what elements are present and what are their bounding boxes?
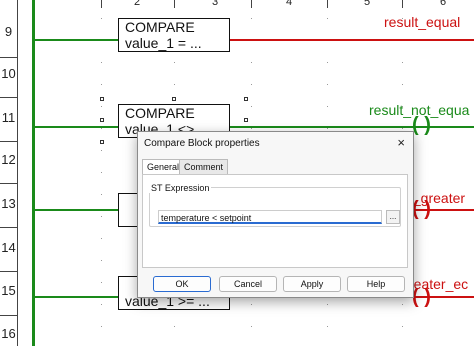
power-rail xyxy=(32,0,35,346)
column-number: 5 xyxy=(364,0,371,8)
grid-dot xyxy=(251,18,252,19)
tab-panel-general: temperature < setpoint ... ST Expression xyxy=(142,174,408,268)
grid-dot xyxy=(101,172,102,173)
rung-wire-energized xyxy=(35,209,119,211)
grid-dot xyxy=(174,326,175,327)
grid-dot xyxy=(327,18,328,19)
selection-handle[interactable] xyxy=(244,118,248,122)
row-number: 16 xyxy=(1,326,16,341)
column-divider xyxy=(327,0,328,8)
grid-dot xyxy=(327,106,328,107)
grid-dot xyxy=(101,326,102,327)
grid-dot xyxy=(174,84,175,85)
column-number: 3 xyxy=(212,0,219,8)
grid-dot xyxy=(327,62,328,63)
row-divider xyxy=(0,227,17,228)
block-expression: value_1 = ... xyxy=(125,35,202,51)
grid-dot xyxy=(101,106,102,107)
grid-dot xyxy=(251,326,252,327)
rung-wire-deenergized xyxy=(229,39,474,41)
row-divider xyxy=(0,141,17,142)
column-number: 4 xyxy=(286,0,293,8)
grid-dot xyxy=(101,260,102,261)
coil-icon[interactable]: ( ) xyxy=(412,114,438,136)
grid-dot xyxy=(101,216,102,217)
grid-dot xyxy=(101,282,102,283)
st-expression-label: ST Expression xyxy=(149,183,212,193)
grid-dot xyxy=(327,304,328,305)
grid-dot xyxy=(251,84,252,85)
rung-wire-energized xyxy=(35,126,119,128)
compare-block-properties-dialog: Compare Block properties × General Comme… xyxy=(137,131,414,298)
column-divider xyxy=(251,0,252,8)
output-label: result_equal xyxy=(384,14,461,30)
grid-dot xyxy=(251,62,252,63)
row-number: 9 xyxy=(4,24,13,39)
apply-button[interactable]: Apply xyxy=(283,276,341,292)
selection-handle[interactable] xyxy=(100,118,104,122)
column-divider xyxy=(174,0,175,8)
row-number: 11 xyxy=(1,110,16,125)
grid-dot xyxy=(101,194,102,195)
grid-dot xyxy=(101,62,102,63)
row-number-border xyxy=(17,0,18,346)
grid-dot xyxy=(101,238,102,239)
column-divider xyxy=(402,0,403,8)
st-expression-input[interactable]: temperature < setpoint xyxy=(158,210,382,224)
grid-dot xyxy=(402,62,403,63)
row-divider xyxy=(0,315,17,316)
rung-wire-energized xyxy=(35,296,119,298)
grid-dot xyxy=(327,326,328,327)
grid-dot xyxy=(327,84,328,85)
grid-dot xyxy=(251,304,252,305)
selection-handle[interactable] xyxy=(100,140,104,144)
row-number: 13 xyxy=(1,196,16,211)
row-divider xyxy=(0,271,17,272)
tab-general[interactable]: General xyxy=(142,159,185,174)
cancel-button[interactable]: Cancel xyxy=(219,276,277,292)
tab-comment[interactable]: Comment xyxy=(179,159,229,174)
column-divider xyxy=(101,0,102,8)
st-expression-group: temperature < setpoint ... xyxy=(149,187,401,227)
grid-dot xyxy=(402,84,403,85)
grid-dot xyxy=(402,304,403,305)
help-button[interactable]: Help xyxy=(347,276,405,292)
row-divider xyxy=(0,57,17,58)
grid-dot xyxy=(251,106,252,107)
row-divider xyxy=(0,97,17,98)
selection-handle[interactable] xyxy=(100,97,104,101)
selection-handle[interactable] xyxy=(172,97,176,101)
grid-dot xyxy=(402,128,403,129)
grid-dot xyxy=(402,326,403,327)
grid-dot xyxy=(327,128,328,129)
grid-dot xyxy=(174,62,175,63)
row-divider xyxy=(0,183,17,184)
grid-dot xyxy=(251,128,252,129)
grid-dot xyxy=(101,128,102,129)
block-title: COMPARE xyxy=(125,19,195,35)
grid-dot xyxy=(101,18,102,19)
row-number: 10 xyxy=(1,66,16,81)
row-number: 15 xyxy=(1,283,16,298)
dialog-title: Compare Block properties xyxy=(144,138,260,149)
rung-wire-energized xyxy=(35,39,119,41)
column-number: 6 xyxy=(440,0,447,8)
grid-dot xyxy=(101,84,102,85)
coil-icon[interactable]: ( ) xyxy=(412,198,438,220)
selection-handle[interactable] xyxy=(244,97,248,101)
block-title: COMPARE xyxy=(125,105,195,121)
ok-button[interactable]: OK xyxy=(153,276,211,292)
browse-button[interactable]: ... xyxy=(386,210,400,224)
column-number: 2 xyxy=(134,0,141,8)
row-number: 14 xyxy=(1,240,16,255)
close-icon[interactable]: × xyxy=(397,135,405,150)
compare-block[interactable]: COMPARE value_1 = ... xyxy=(118,18,230,52)
grid-dot xyxy=(101,150,102,151)
grid-dot xyxy=(101,304,102,305)
coil-icon[interactable]: ( ) xyxy=(412,286,438,308)
row-number: 12 xyxy=(1,152,16,167)
